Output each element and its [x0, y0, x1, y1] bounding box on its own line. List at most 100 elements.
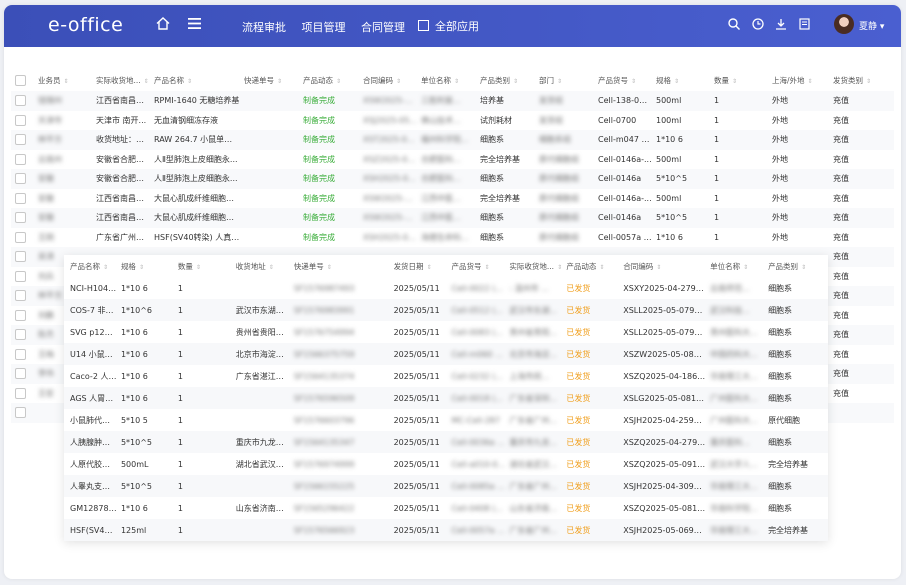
sort-icon[interactable]: ⇕: [396, 78, 401, 85]
popup-row[interactable]: COS-7 非洲绿...1*10^6 1 武汉市东湖区...SF1576983991…: [64, 299, 828, 321]
table-row[interactable]: 安徽 江西省南昌市... 大鼠心肌成纤维细胞永... 制备完成 XSW2025-05..…: [11, 189, 894, 209]
popup-column-header[interactable]: 发货日期 ⇕: [394, 261, 452, 272]
document-icon[interactable]: [799, 18, 810, 30]
row-checkbox[interactable]: [15, 173, 26, 185]
popup-row[interactable]: 小鼠肺代冠状... 5*10 5 1 SF1576603796 2025/05/11 MC…: [64, 409, 828, 431]
popup-column-header[interactable]: 合同编码 ⇕: [623, 261, 710, 272]
sort-icon[interactable]: ⇕: [557, 264, 562, 271]
table-row[interactable]: 林平方 收货地址：福... RAW 264.7 小鼠单核巨... 制备完成 XST202…: [11, 130, 894, 150]
popup-row[interactable]: Caco-2 人结... 1*10 6 1 广东省湛江市... SF1564135374…: [64, 365, 828, 387]
table-row[interactable]: 云南州 安徽省合肥市... 人Ⅱ型肺泡上皮细胞永... 制备完成 XSZ2025-05.…: [11, 150, 894, 170]
row-checkbox[interactable]: [15, 95, 26, 107]
sort-icon[interactable]: ⇕: [196, 264, 201, 271]
row-checkbox[interactable]: [15, 407, 26, 419]
column-header[interactable]: 产品货号 ⇕: [598, 75, 656, 86]
user-menu[interactable]: 夏静 ▾: [859, 19, 884, 32]
nav-item-contracts[interactable]: 合同管理: [361, 21, 405, 34]
popup-column-header[interactable]: 产品类别 ⇕: [768, 261, 828, 272]
row-checkbox[interactable]: [15, 134, 26, 146]
menu-icon[interactable]: [188, 18, 201, 29]
popup-row[interactable]: 人胰腺肿瘤成... 5*10^5 1 重庆市九龙坡... SF1564135347 202…: [64, 431, 828, 453]
nav-item-approval[interactable]: 流程审批: [242, 21, 286, 34]
sort-icon[interactable]: ⇕: [427, 264, 432, 271]
sort-icon[interactable]: ⇕: [103, 264, 108, 271]
row-checkbox[interactable]: [15, 114, 26, 126]
popup-row[interactable]: AGS 人胃腺癌...1*10 6 1 SF1576596509 2025/05/11…: [64, 387, 828, 409]
popup-column-header[interactable]: 产品动态 ⇕: [566, 261, 623, 272]
all-apps-button[interactable]: 全部应用: [418, 18, 479, 34]
sort-icon[interactable]: ⇕: [484, 264, 489, 271]
column-header[interactable]: 合同编码 ⇕: [363, 75, 421, 86]
download-icon[interactable]: [775, 18, 787, 30]
popup-column-header[interactable]: 产品名称 ⇕: [64, 261, 121, 272]
column-header[interactable]: 快递单号 ⇕: [244, 75, 303, 86]
row-checkbox[interactable]: [15, 348, 26, 360]
sort-icon[interactable]: ⇕: [599, 264, 604, 271]
sort-icon[interactable]: ⇕: [327, 264, 332, 271]
row-checkbox[interactable]: [15, 153, 26, 165]
column-header[interactable]: 产品动态 ⇕: [303, 75, 363, 86]
popup-row[interactable]: GM12878 人 ...1*10 6 1 山东省济南市...SF156529642…: [64, 497, 828, 519]
row-checkbox[interactable]: [15, 231, 26, 243]
sort-icon[interactable]: ⇕: [513, 78, 518, 85]
popup-row[interactable]: U14 小鼠子宫...1*10 6 1 北京市海淀区...SF1566375759 2…: [64, 343, 828, 365]
popup-row[interactable]: HSF(SV40转... 125ml 1 SF1576566923 2025/05/11…: [64, 519, 828, 541]
sort-icon[interactable]: ⇕: [187, 78, 192, 85]
row-checkbox[interactable]: [15, 309, 26, 321]
column-header[interactable]: 数量 ⇕: [714, 75, 772, 86]
sort-icon[interactable]: ⇕: [743, 264, 748, 271]
sort-icon[interactable]: ⇕: [732, 78, 737, 85]
column-header[interactable]: 单位名称 ⇕: [421, 75, 480, 86]
row-checkbox[interactable]: [15, 212, 26, 224]
column-header[interactable]: 产品类别 ⇕: [480, 75, 539, 86]
sort-icon[interactable]: ⇕: [139, 264, 144, 271]
row-checkbox[interactable]: [15, 387, 26, 399]
column-header[interactable]: 实际收货地... ⇕: [96, 75, 154, 86]
popup-column-header[interactable]: 规格 ⇕: [121, 261, 178, 272]
column-header[interactable]: 上海/外地 ⇕: [772, 75, 833, 86]
column-header[interactable]: 业务员 ⇕: [38, 75, 96, 86]
popup-column-header[interactable]: 产品货号 ⇕: [451, 261, 509, 272]
row-checkbox[interactable]: [15, 270, 26, 282]
row-checkbox[interactable]: [15, 251, 26, 263]
row-checkbox[interactable]: [15, 192, 26, 204]
table-row[interactable]: 钱锦州 江西省南昌市... RPMI-1640 无糖培养基 制备完成 XSW2025-0…: [11, 91, 894, 111]
popup-column-header[interactable]: 单位名称 ⇕: [710, 261, 768, 272]
column-header[interactable]: 规格 ⇕: [656, 75, 714, 86]
popup-row[interactable]: NCI-H1048 ... 1*10 6 1 SF1576987493 2025/05/…: [64, 277, 828, 299]
popup-row[interactable]: SVG p12人脑...1*10 6 1 贵州省贵阳市...SF1576754994…: [64, 321, 828, 343]
table-row[interactable]: 安徽 江西省南昌市... 大鼠心肌成纤维细胞永... 制备完成 XSW2025-05..…: [11, 208, 894, 228]
sort-icon[interactable]: ⇕: [808, 78, 813, 85]
sort-icon[interactable]: ⇕: [269, 264, 274, 271]
table-row[interactable]: 天津市 天津市 南开... 无血清钢细冻存液 制备完成 XSJ2025-05... 佛山技…: [11, 111, 894, 131]
row-checkbox[interactable]: [15, 329, 26, 341]
column-header[interactable]: 部门 ⇕: [539, 75, 598, 86]
select-all-checkbox[interactable]: [15, 74, 26, 86]
sort-icon[interactable]: ⇕: [454, 78, 459, 85]
nav-item-projects[interactable]: 项目管理: [302, 21, 346, 34]
sort-icon[interactable]: ⇕: [631, 78, 636, 85]
table-row[interactable]: 王刚 广东省广州市... HSF(SV40转染) 人真皮... 制备完成 XSH2025…: [11, 228, 894, 248]
sort-icon[interactable]: ⇕: [64, 78, 69, 85]
popup-row[interactable]: 人原代胶质瘤... 500mL 1 湖北省武汉市... SF1576974999 2025…: [64, 453, 828, 475]
sort-icon[interactable]: ⇕: [557, 78, 562, 85]
search-icon[interactable]: [728, 18, 740, 30]
sort-icon[interactable]: ⇕: [144, 78, 149, 85]
column-header[interactable]: 产品名称 ⇕: [154, 75, 244, 86]
table-row[interactable]: 安徽 安徽省合肥市... 人Ⅱ型肺泡上皮细胞永... 制备完成 XSH2025-05..…: [11, 169, 894, 189]
popup-column-header[interactable]: 快递单号 ⇕: [294, 261, 394, 272]
sort-icon[interactable]: ⇕: [656, 264, 661, 271]
sort-icon[interactable]: ⇕: [277, 78, 282, 85]
popup-column-header[interactable]: 数量 ⇕: [178, 261, 236, 272]
column-header[interactable]: 发货类别 ⇕: [833, 75, 879, 86]
sort-icon[interactable]: ⇕: [801, 264, 806, 271]
sort-icon[interactable]: ⇕: [336, 78, 341, 85]
row-checkbox[interactable]: [15, 368, 26, 380]
home-icon[interactable]: [156, 17, 170, 30]
clock-icon[interactable]: [751, 18, 764, 30]
sort-icon[interactable]: ⇕: [866, 78, 871, 85]
popup-column-header[interactable]: 实际收货地... ⇕: [509, 261, 566, 272]
avatar[interactable]: [834, 14, 854, 34]
popup-row[interactable]: 人睾丸支持细... 5*10^5 1 SF1566155225 2025/05/11 Ce…: [64, 475, 828, 497]
popup-column-header[interactable]: 收货地址 ⇕: [236, 261, 294, 272]
